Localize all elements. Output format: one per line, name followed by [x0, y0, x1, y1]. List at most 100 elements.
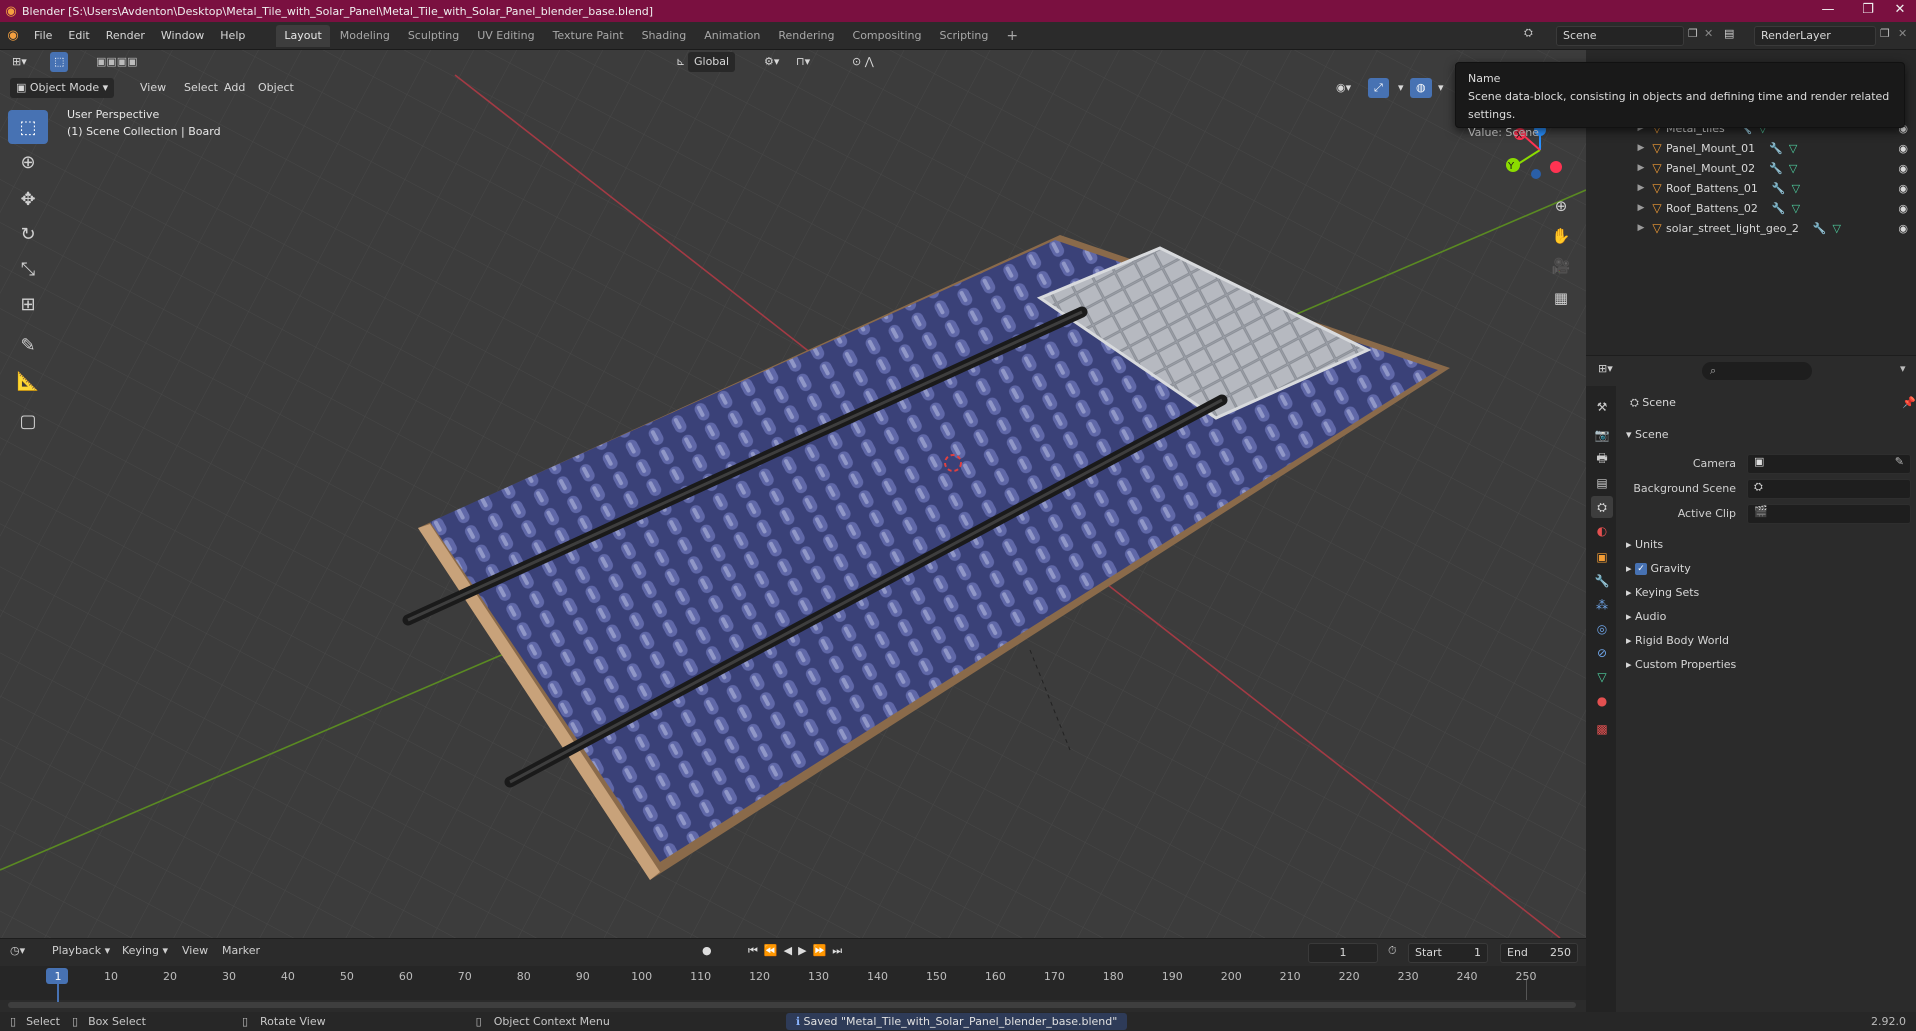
stopwatch-icon[interactable]: ⏱ — [1388, 944, 1397, 958]
zoom-icon[interactable]: ⊕ — [1547, 192, 1575, 220]
remove-scene-icon[interactable]: ✕ — [1704, 27, 1713, 40]
overlay-dropdown-icon[interactable]: ▾ — [1432, 78, 1450, 98]
remove-renderlayer-icon[interactable]: ✕ — [1898, 27, 1907, 40]
rigid-body-world-section[interactable]: ▸ Rigid Body World — [1626, 630, 1729, 652]
viewport-menu-add[interactable]: Add — [218, 78, 251, 98]
tab-animation[interactable]: Animation — [696, 25, 768, 47]
units-section[interactable]: ▸ Units — [1626, 534, 1663, 556]
timeline-scrollbar[interactable] — [8, 1002, 1576, 1008]
expand-icon[interactable]: ▶ — [1634, 203, 1648, 213]
viewport-menu-object[interactable]: Object — [252, 78, 300, 98]
eye-icon[interactable]: ◉ — [1898, 202, 1908, 215]
render-tab-icon[interactable]: 📷 — [1591, 424, 1613, 446]
outliner-item[interactable]: ▶ ▽ Panel_Mount_02 🔧 ▽ ◉ — [1586, 158, 1916, 178]
menu-help[interactable]: Help — [212, 22, 253, 50]
camera-view-icon[interactable]: 🎥 — [1547, 252, 1575, 280]
annotate-tool-icon[interactable]: ✎ — [8, 328, 48, 362]
timeline-editor-icon[interactable]: ◷▾ — [10, 944, 25, 957]
pan-hand-icon[interactable]: ✋ — [1547, 222, 1575, 250]
select-mode-icon[interactable]: ⬚ — [50, 52, 69, 72]
scene-selector[interactable]: Scene — [1556, 26, 1684, 46]
prev-key-icon[interactable]: ⏪ — [764, 944, 784, 957]
pin-icon[interactable]: 📌 — [1902, 396, 1916, 409]
current-frame-field[interactable]: 1 — [1308, 943, 1378, 963]
scene-tab-icon[interactable]: ⛭ — [1591, 496, 1613, 518]
start-frame-field[interactable]: Start 1 — [1408, 943, 1488, 963]
orientation-selector[interactable]: Global — [688, 52, 736, 72]
tab-uv-editing[interactable]: UV Editing — [469, 25, 542, 47]
close-icon[interactable]: ✕ — [1880, 0, 1916, 22]
new-renderlayer-icon[interactable]: ❐ — [1880, 27, 1890, 40]
scene-icon[interactable]: ⛭ — [1524, 26, 1533, 40]
world-tab-icon[interactable]: ◐ — [1591, 520, 1613, 542]
overlay-toggle-icon[interactable]: ◍ — [1410, 78, 1432, 98]
gizmo-dropdown-icon[interactable]: ▾ — [1392, 78, 1410, 98]
gizmo-toggle-icon[interactable]: ⤢ — [1368, 78, 1389, 98]
eye-icon[interactable]: ◉ — [1898, 142, 1908, 155]
timeline-view-menu[interactable]: View — [182, 944, 208, 957]
tab-texture-paint[interactable]: Texture Paint — [545, 25, 632, 47]
modifier-tab-icon[interactable]: 🔧 — [1591, 570, 1613, 592]
tool-tab-icon[interactable]: ⚒ — [1591, 396, 1613, 418]
proportional-edit-icon[interactable]: ⊙ ⋀ — [846, 52, 880, 72]
tab-modeling[interactable]: Modeling — [332, 25, 398, 47]
ortho-grid-icon[interactable]: ▦ — [1547, 284, 1575, 312]
expand-icon[interactable]: ▶ — [1634, 143, 1648, 153]
renderlayer-selector[interactable]: RenderLayer — [1754, 26, 1876, 46]
jump-start-icon[interactable]: ⏮ — [748, 944, 764, 957]
scene-panel-header[interactable]: ▾ Scene — [1626, 424, 1669, 446]
tab-sculpting[interactable]: Sculpting — [400, 25, 467, 47]
tab-rendering[interactable]: Rendering — [770, 25, 842, 47]
eyedropper-icon[interactable]: ✎ — [1895, 455, 1904, 468]
renderlayer-icon[interactable]: ▤ — [1724, 27, 1734, 40]
timeline-marker-menu[interactable]: Marker — [222, 944, 260, 957]
transform-tool-icon[interactable]: ⊞ — [8, 287, 48, 321]
properties-editor-icon[interactable]: ⊞▾ — [1598, 362, 1613, 375]
select-box-tool-icon[interactable]: ⬚ — [8, 110, 48, 144]
active-clip-field[interactable]: 🎬 — [1747, 504, 1911, 524]
add-workspace-icon[interactable]: + — [998, 25, 1026, 47]
audio-section[interactable]: ▸ Audio — [1626, 606, 1666, 628]
menu-window[interactable]: Window — [153, 22, 212, 50]
add-cube-tool-icon[interactable]: ▢ — [8, 404, 48, 438]
move-tool-icon[interactable]: ✥ — [8, 182, 48, 216]
snap-icon[interactable]: ⊓▾ — [790, 52, 816, 72]
blender-menu-icon[interactable]: ◉ — [0, 28, 26, 43]
end-frame-field[interactable]: End 250 — [1500, 943, 1578, 963]
object-mode-dropdown[interactable]: ▣ Object Mode ▾ — [10, 78, 115, 98]
eye-icon[interactable]: ◉ — [1898, 222, 1908, 235]
properties-options-icon[interactable]: ▾ — [1900, 362, 1906, 375]
timeline-keying-menu[interactable]: Keying ▾ — [122, 944, 168, 957]
gizmo-neg-z-icon[interactable] — [1531, 169, 1541, 179]
material-tab-icon[interactable]: ● — [1591, 690, 1613, 712]
menu-render[interactable]: Render — [98, 22, 153, 50]
tab-layout[interactable]: Layout — [276, 24, 330, 47]
menu-file[interactable]: File — [26, 22, 60, 50]
3d-viewport[interactable]: Y X ⊞▾ ⬚ ▣▣▣▣ ⊾ Global ⚙▾ ⊓▾ ⊙ ⋀ ▣ Objec… — [0, 50, 1586, 938]
measure-tool-icon[interactable]: 📐 — [8, 364, 48, 398]
tab-shading[interactable]: Shading — [634, 25, 695, 47]
tab-scripting[interactable]: Scripting — [931, 25, 996, 47]
gravity-checkbox[interactable]: ✓ — [1635, 563, 1648, 575]
timeline-playback-menu[interactable]: Playback ▾ — [52, 944, 110, 957]
eye-icon[interactable]: ◉ — [1898, 182, 1908, 195]
keying-sets-section[interactable]: ▸ Keying Sets — [1626, 582, 1699, 604]
output-tab-icon[interactable]: 🖶 — [1591, 448, 1613, 470]
gizmo-neg-x-icon[interactable] — [1550, 161, 1562, 173]
expand-icon[interactable]: ▶ — [1634, 223, 1648, 233]
outliner-item[interactable]: ▶ ▽ solar_street_light_geo_2 🔧 ▽ ◉ — [1586, 218, 1916, 238]
cursor-tool-icon[interactable]: ⊕ — [8, 145, 48, 179]
particles-tab-icon[interactable]: ⁂ — [1591, 594, 1613, 616]
next-key-icon[interactable]: ⏩ — [813, 944, 833, 957]
object-tab-icon[interactable]: ▣ — [1591, 546, 1613, 568]
editor-type-icon[interactable]: ⊞▾ — [6, 52, 33, 72]
physics-tab-icon[interactable]: ◎ — [1591, 618, 1613, 640]
jump-end-icon[interactable]: ⏭ — [832, 944, 848, 957]
data-tab-icon[interactable]: ▽ — [1591, 666, 1613, 688]
view-layer-tab-icon[interactable]: ▤ — [1591, 472, 1613, 494]
play-reverse-icon[interactable]: ◀ — [784, 944, 798, 957]
play-icon[interactable]: ▶ — [798, 944, 812, 957]
custom-properties-section[interactable]: ▸ Custom Properties — [1626, 654, 1736, 676]
minimize-icon[interactable]: — — [1808, 0, 1848, 22]
background-scene-field[interactable]: ⛭ — [1747, 479, 1911, 499]
